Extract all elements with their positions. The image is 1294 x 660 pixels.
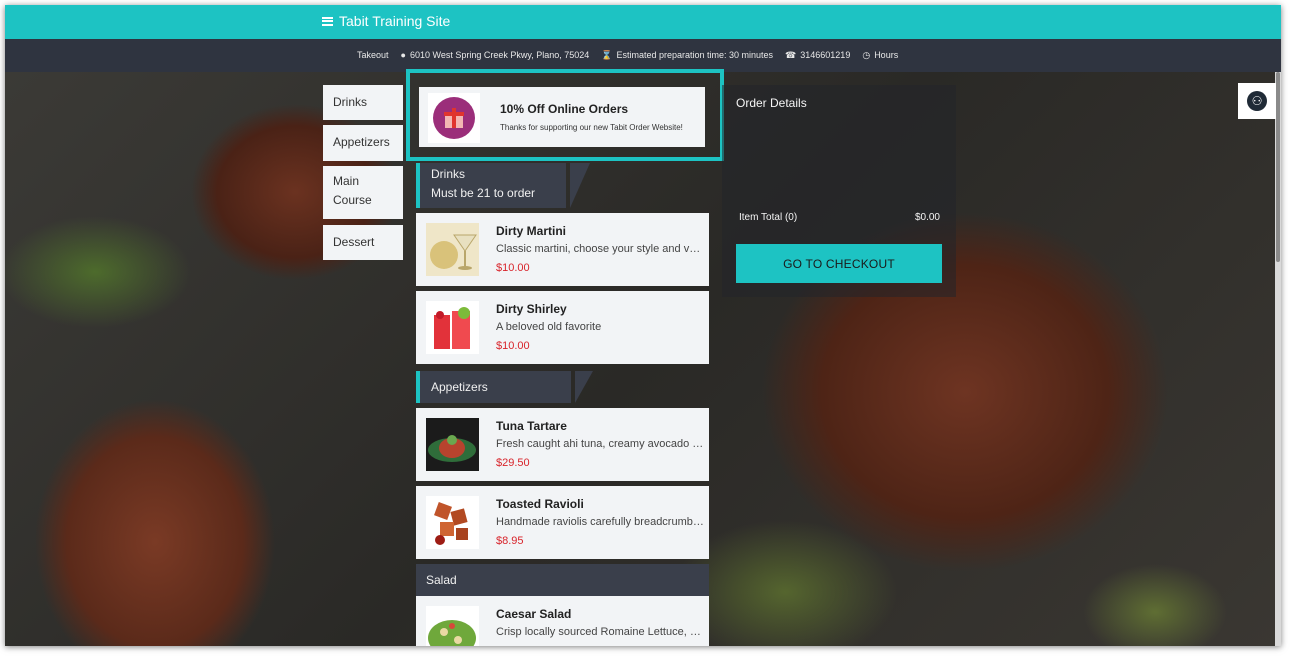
category-main-course[interactable]: Main Course — [323, 166, 403, 219]
item-name: Dirty Shirley — [496, 302, 567, 316]
promo-card: 10% Off Online Orders Thanks for support… — [419, 87, 705, 147]
item-image — [426, 301, 479, 354]
item-price: $10.00 — [496, 340, 530, 352]
section-header-appetizers: Appetizers — [416, 371, 571, 403]
hours-item[interactable]: ◷ Hours — [862, 50, 898, 60]
scrollbar-thumb[interactable] — [1276, 72, 1280, 262]
section-header-tab-edge — [570, 163, 590, 208]
browser-viewport: Tabit Training Site Takeout ● 6010 West … — [5, 5, 1281, 646]
menu-item-toasted-ravioli[interactable]: Toasted Ravioli Handmade raviolis carefu… — [416, 486, 709, 559]
section-header-tab-edge — [575, 371, 593, 403]
menu-item-caesar-salad[interactable]: Caesar Salad Crisp locally sourced Romai… — [416, 596, 709, 646]
category-drinks[interactable]: Drinks — [323, 85, 403, 120]
item-name: Caesar Salad — [496, 607, 572, 621]
item-description: A beloved old favorite — [496, 321, 602, 333]
item-description: Fresh caught ahi tuna, creamy avocado an… — [496, 438, 704, 450]
site-brand[interactable]: Tabit Training Site — [322, 13, 450, 29]
map-pin-icon: ● — [400, 49, 406, 60]
phone-icon: ☎ — [785, 49, 797, 60]
section-header-salad: Salad — [416, 564, 709, 596]
hourglass-icon: ⌛ — [601, 49, 613, 60]
item-image — [426, 606, 479, 646]
hamburger-menu-icon[interactable] — [322, 16, 333, 26]
order-details-panel: Order Details Item Total (0) $0.00 GO TO… — [722, 85, 956, 297]
info-bar: Takeout ● 6010 West Spring Creek Pkwy, P… — [5, 39, 1281, 72]
item-price: $8.95 — [496, 535, 524, 547]
accessibility-button[interactable]: ⚇ — [1238, 83, 1276, 119]
prep-time-item: ⌛ Estimated preparation time: 30 minutes — [601, 49, 774, 60]
item-image — [426, 223, 479, 276]
menu-item-dirty-shirley[interactable]: Dirty Shirley A beloved old favorite $10… — [416, 291, 709, 364]
item-description: Classic martini, choose your style and v… — [496, 243, 704, 255]
order-details-title: Order Details — [736, 96, 807, 110]
promo-subtitle: Thanks for supporting our new Tabit Orde… — [500, 123, 683, 132]
item-name: Tuna Tartare — [496, 419, 567, 433]
menu-item-dirty-martini[interactable]: Dirty Martini Classic martini, choose yo… — [416, 213, 709, 286]
item-image — [426, 418, 479, 471]
top-bar: Tabit Training Site — [5, 5, 1281, 39]
item-total-label: Item Total (0) — [739, 212, 798, 223]
gift-icon — [433, 97, 475, 139]
category-appetizers[interactable]: Appetizers — [323, 125, 403, 161]
promo-title: 10% Off Online Orders — [500, 102, 629, 116]
item-price: $29.50 — [496, 457, 530, 469]
section-header-drinks: Drinks Must be 21 to order — [416, 163, 566, 208]
order-mode[interactable]: Takeout — [357, 50, 389, 60]
category-dessert[interactable]: Dessert — [323, 225, 403, 260]
accessibility-icon: ⚇ — [1247, 91, 1267, 111]
go-to-checkout-button[interactable]: GO TO CHECKOUT — [736, 244, 942, 283]
promo-banner[interactable]: 10% Off Online Orders Thanks for support… — [406, 69, 724, 161]
clock-icon: ◷ — [862, 49, 871, 60]
item-name: Toasted Ravioli — [496, 497, 584, 511]
item-price: $10.00 — [496, 262, 530, 274]
menu-item-tuna-tartare[interactable]: Tuna Tartare Fresh caught ahi tuna, crea… — [416, 408, 709, 481]
item-description: Crisp locally sourced Romaine Lettuce, c… — [496, 626, 704, 638]
item-image — [426, 496, 479, 549]
item-total-value: $0.00 — [914, 212, 940, 223]
address-item[interactable]: ● 6010 West Spring Creek Pkwy, Plano, 75… — [401, 50, 590, 60]
item-name: Dirty Martini — [496, 224, 567, 238]
item-description: Handmade raviolis carefully breadcrumbed — [496, 516, 704, 528]
promo-image — [428, 93, 480, 143]
site-title: Tabit Training Site — [339, 13, 451, 29]
phone-item[interactable]: ☎ 3146601219 — [785, 50, 850, 60]
